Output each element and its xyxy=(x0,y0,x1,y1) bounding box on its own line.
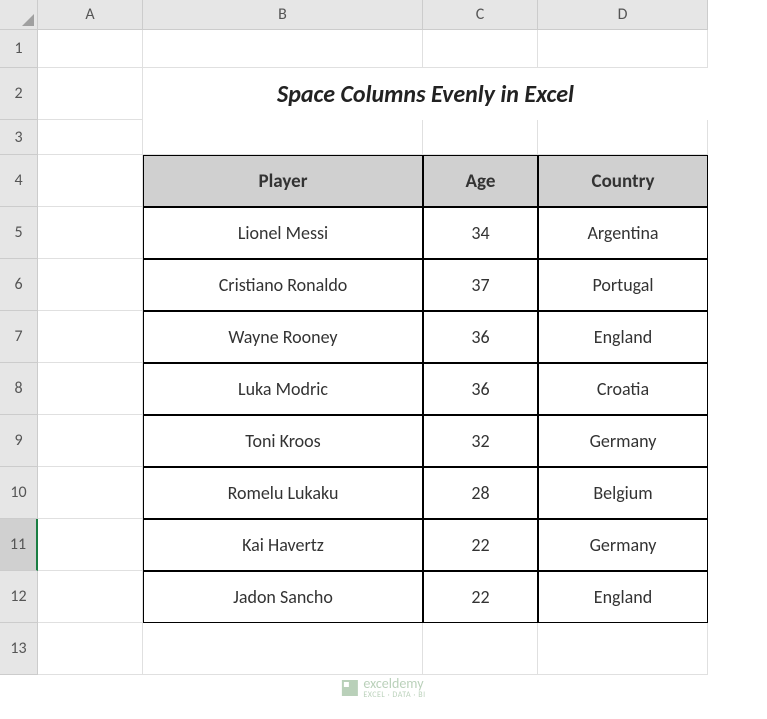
column-headers: A B C D xyxy=(38,0,708,30)
cell-B13[interactable] xyxy=(143,623,423,675)
table-row[interactable]: Kai Havertz xyxy=(143,519,423,571)
row-header-13[interactable]: 13 xyxy=(0,623,38,675)
row-header-8[interactable]: 8 xyxy=(0,363,38,415)
cell-A2[interactable] xyxy=(38,68,143,120)
watermark-tagline: EXCEL · DATA · BI xyxy=(363,691,425,699)
header-age[interactable]: Age xyxy=(423,155,538,207)
row-header-10[interactable]: 10 xyxy=(0,467,38,519)
table-row[interactable]: Portugal xyxy=(538,259,708,311)
table-row[interactable]: 36 xyxy=(423,363,538,415)
cell-D3[interactable] xyxy=(538,120,708,155)
table-row[interactable]: England xyxy=(538,571,708,623)
table-row[interactable]: Lionel Messi xyxy=(143,207,423,259)
table-row[interactable]: England xyxy=(538,311,708,363)
cell-A12[interactable] xyxy=(38,571,143,623)
cell-C1[interactable] xyxy=(423,30,538,68)
table-row[interactable]: Jadon Sancho xyxy=(143,571,423,623)
row-header-6[interactable]: 6 xyxy=(0,259,38,311)
table-row[interactable]: 37 xyxy=(423,259,538,311)
row-header-12[interactable]: 12 xyxy=(0,571,38,623)
cell-A3[interactable] xyxy=(38,120,143,155)
row-header-11[interactable]: 11 xyxy=(0,519,38,571)
cell-C3[interactable] xyxy=(423,120,538,155)
table-row[interactable]: Belgium xyxy=(538,467,708,519)
table-row[interactable]: Cristiano Ronaldo xyxy=(143,259,423,311)
row-header-3[interactable]: 3 xyxy=(0,120,38,155)
row-header-7[interactable]: 7 xyxy=(0,311,38,363)
spreadsheet-grid: A B C D 1 2 3 4 5 6 7 8 9 10 11 12 13 Sp… xyxy=(0,0,767,719)
cell-A10[interactable] xyxy=(38,467,143,519)
table-row[interactable]: Croatia xyxy=(538,363,708,415)
cell-A7[interactable] xyxy=(38,311,143,363)
watermark-icon xyxy=(341,680,357,696)
table-row[interactable]: 22 xyxy=(423,571,538,623)
table-row[interactable]: 22 xyxy=(423,519,538,571)
col-header-C[interactable]: C xyxy=(423,0,538,30)
row-header-4[interactable]: 4 xyxy=(0,155,38,207)
header-player[interactable]: Player xyxy=(143,155,423,207)
select-all-corner[interactable] xyxy=(0,0,38,30)
cell-A8[interactable] xyxy=(38,363,143,415)
cell-C13[interactable] xyxy=(423,623,538,675)
watermark-text: exceldemy EXCEL · DATA · BI xyxy=(363,677,425,699)
table-row[interactable]: Wayne Rooney xyxy=(143,311,423,363)
table-row[interactable]: Toni Kroos xyxy=(143,415,423,467)
header-country[interactable]: Country xyxy=(538,155,708,207)
cell-D1[interactable] xyxy=(538,30,708,68)
table-row[interactable]: Argentina xyxy=(538,207,708,259)
row-header-2[interactable]: 2 xyxy=(0,68,38,120)
col-header-D[interactable]: D xyxy=(538,0,708,30)
col-header-A[interactable]: A xyxy=(38,0,143,30)
row-headers: 1 2 3 4 5 6 7 8 9 10 11 12 13 xyxy=(0,30,38,675)
cell-A6[interactable] xyxy=(38,259,143,311)
cell-A4[interactable] xyxy=(38,155,143,207)
cell-A13[interactable] xyxy=(38,623,143,675)
cell-D13[interactable] xyxy=(538,623,708,675)
title-cell[interactable]: Space Columns Evenly in Excel xyxy=(143,68,708,120)
table-row[interactable]: Romelu Lukaku xyxy=(143,467,423,519)
row-header-1[interactable]: 1 xyxy=(0,30,38,68)
watermark-name: exceldemy xyxy=(363,677,425,691)
col-header-B[interactable]: B xyxy=(143,0,423,30)
table-row[interactable]: Luka Modric xyxy=(143,363,423,415)
cell-A11[interactable] xyxy=(38,519,143,571)
table-row[interactable]: 34 xyxy=(423,207,538,259)
cell-B1[interactable] xyxy=(143,30,423,68)
cell-A5[interactable] xyxy=(38,207,143,259)
table-row[interactable]: Germany xyxy=(538,519,708,571)
row-header-5[interactable]: 5 xyxy=(0,207,38,259)
table-row[interactable]: 36 xyxy=(423,311,538,363)
watermark: exceldemy EXCEL · DATA · BI xyxy=(341,677,425,699)
row-header-9[interactable]: 9 xyxy=(0,415,38,467)
cell-A1[interactable] xyxy=(38,30,143,68)
table-row[interactable]: 28 xyxy=(423,467,538,519)
cell-A9[interactable] xyxy=(38,415,143,467)
cell-area: Space Columns Evenly in Excel Player Age… xyxy=(38,30,708,675)
table-row[interactable]: Germany xyxy=(538,415,708,467)
table-row[interactable]: 32 xyxy=(423,415,538,467)
cell-B3[interactable] xyxy=(143,120,423,155)
